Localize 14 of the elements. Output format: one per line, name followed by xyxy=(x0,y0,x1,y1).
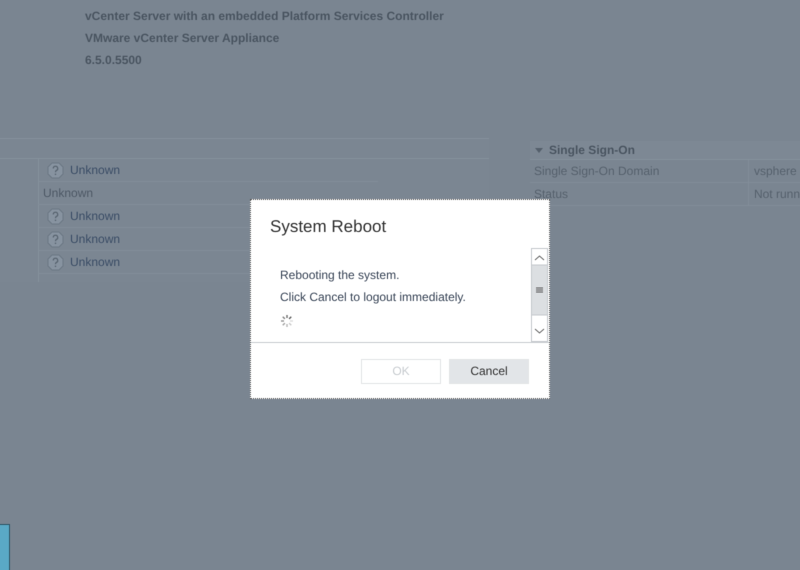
dialog-button[interactable]: Cancel xyxy=(449,358,529,384)
scrollbar[interactable] xyxy=(531,248,548,342)
status-link[interactable]: Unknown xyxy=(70,253,120,271)
status-link[interactable]: Unknown xyxy=(70,207,120,225)
help-icon xyxy=(47,208,64,224)
help-icon xyxy=(47,254,64,270)
status-link[interactable]: Unknown xyxy=(70,230,120,248)
dialog-message: Rebooting the system. xyxy=(280,268,400,282)
dialog-title: System Reboot xyxy=(269,216,388,238)
dialog-message: Click Cancel to logout immediately. xyxy=(280,290,467,304)
loading-spinner-icon xyxy=(280,314,294,328)
help-icon xyxy=(47,230,64,248)
status-link[interactable]: Unknown xyxy=(70,161,120,179)
help-icon xyxy=(47,162,64,178)
